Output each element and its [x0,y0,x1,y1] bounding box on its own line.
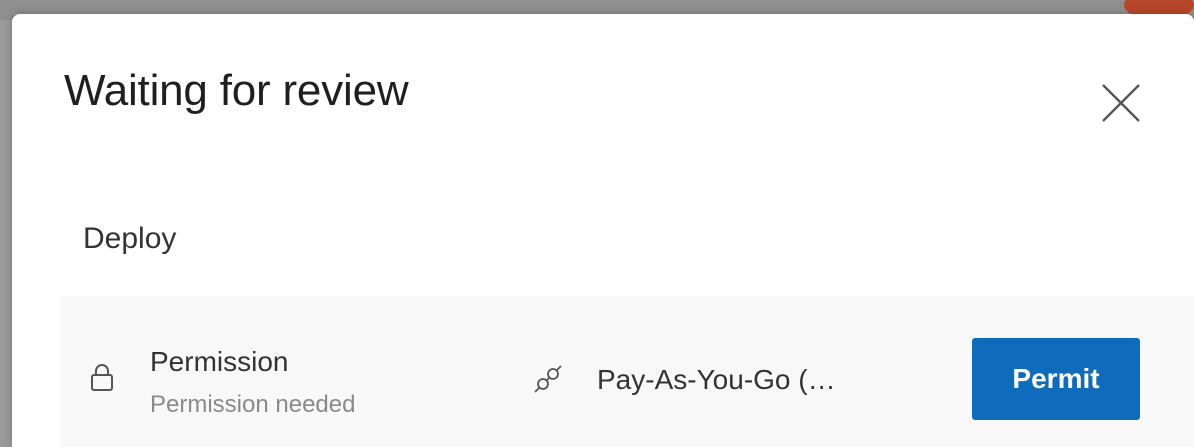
close-icon [1102,84,1140,122]
subscription-name: Pay-As-You-Go (… [597,364,836,395]
check-status: Permission needed [150,391,356,418]
lock-icon [91,364,113,391]
close-button[interactable] [1090,72,1152,134]
dialog-title: Waiting for review [64,66,409,115]
check-title: Permission [150,346,289,377]
stage-label: Deploy [83,222,177,255]
permit-button[interactable]: Permit [972,338,1140,420]
check-row: Permission Permission needed Pay-As-You-… [60,296,1194,447]
waiting-for-review-dialog: Waiting for review Deploy Permission Per… [12,14,1194,447]
link-icon [534,365,562,393]
